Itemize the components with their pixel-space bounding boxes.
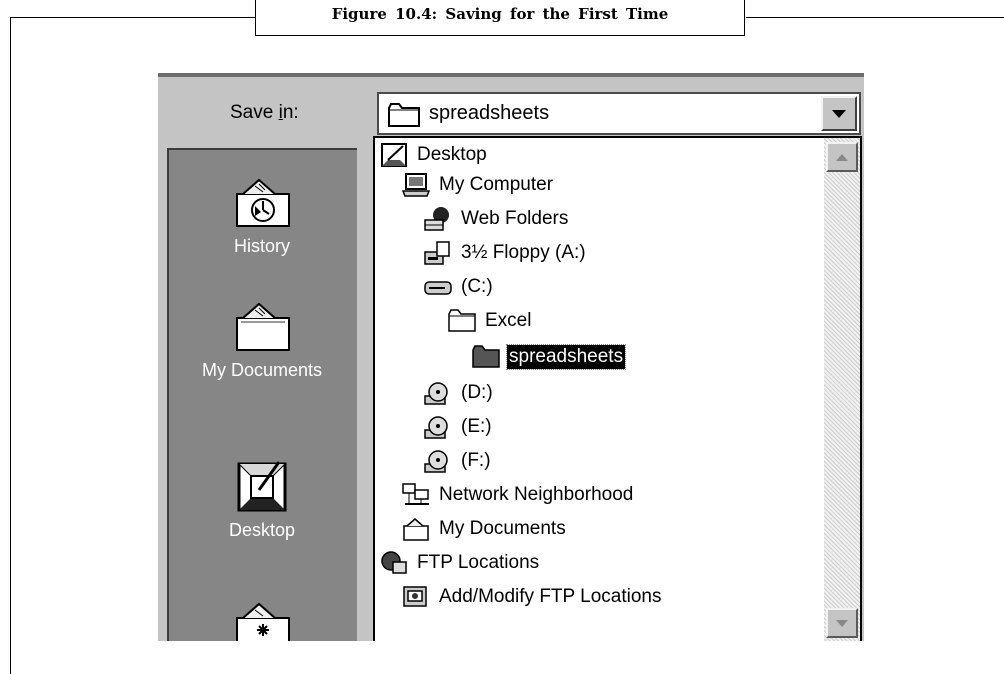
folder-icon bbox=[472, 345, 500, 368]
place-label-my-documents: My Documents bbox=[201, 360, 323, 380]
list-item-label: (C:) bbox=[461, 276, 493, 297]
folder-icon bbox=[388, 103, 420, 127]
hard-drive-icon bbox=[424, 281, 452, 295]
place-favorites[interactable] bbox=[169, 600, 355, 641]
dialog-top-edge bbox=[158, 73, 864, 77]
place-history[interactable]: History bbox=[169, 176, 355, 257]
ftp-icon bbox=[381, 551, 407, 574]
list-item-label: Excel bbox=[485, 310, 532, 331]
list-item-label: (E:) bbox=[461, 416, 492, 437]
cd-drive-icon bbox=[424, 382, 448, 405]
list-item-drive-d[interactable]: (D:) bbox=[423, 378, 495, 408]
list-item-label: FTP Locations bbox=[417, 552, 540, 573]
desktop-icon bbox=[237, 461, 287, 512]
favorites-folder-icon bbox=[236, 602, 290, 641]
list-item-drive-c[interactable]: (C:) bbox=[423, 272, 495, 302]
list-item-drive-f[interactable]: (F:) bbox=[423, 446, 493, 476]
list-item-web-folders[interactable]: Web Folders bbox=[423, 204, 570, 234]
list-item-label: spreadsheets bbox=[505, 344, 627, 370]
place-label-desktop: Desktop bbox=[228, 520, 296, 540]
list-item-label: Desktop bbox=[417, 144, 487, 165]
documents-folder-icon bbox=[403, 518, 429, 541]
list-item-label: My Computer bbox=[439, 174, 554, 195]
list-item-network-neighborhood[interactable]: Network Neighborhood bbox=[401, 480, 635, 510]
figure-caption: Figure 10.4: Saving for the First Time bbox=[331, 4, 669, 23]
scroll-up-button[interactable] bbox=[826, 142, 858, 172]
list-item-my-documents[interactable]: My Documents bbox=[401, 514, 568, 544]
list-item-label: 3½ Floppy (A:) bbox=[461, 242, 586, 263]
network-icon bbox=[402, 483, 429, 505]
save-in-dropdown[interactable]: spreadsheets bbox=[377, 92, 861, 135]
place-desktop[interactable]: Desktop bbox=[169, 456, 355, 541]
place-label-history: History bbox=[233, 236, 290, 256]
save-in-dropdown-list: Desktop My Computer Web Folders 3½ Flopp… bbox=[373, 136, 862, 641]
list-item-label: Network Neighborhood bbox=[439, 484, 634, 505]
folder-icon bbox=[448, 309, 476, 332]
save-in-value: spreadsheets bbox=[429, 102, 550, 124]
list-item-floppy[interactable]: 3½ Floppy (A:) bbox=[423, 238, 588, 268]
place-my-documents[interactable]: My Documents bbox=[169, 300, 355, 381]
desktop-icon bbox=[381, 143, 407, 167]
ftp-add-icon bbox=[403, 586, 427, 607]
scroll-down-button[interactable] bbox=[826, 608, 858, 638]
figure-frame-top-left bbox=[10, 17, 255, 18]
chevron-down-icon bbox=[832, 109, 846, 118]
cd-drive-icon bbox=[424, 450, 448, 473]
scroll-down-arrow-icon bbox=[836, 619, 848, 627]
places-bar: History My Documents Desktop bbox=[167, 148, 357, 641]
floppy-drive-icon bbox=[424, 241, 450, 265]
list-item-label: My Documents bbox=[439, 518, 566, 539]
list-item-excel[interactable]: Excel bbox=[447, 306, 533, 336]
list-item-drive-e[interactable]: (E:) bbox=[423, 412, 494, 442]
list-item-ftp-locations[interactable]: FTP Locations bbox=[379, 548, 541, 578]
figure-caption-box: Figure 10.4: Saving for the First Time bbox=[255, 0, 745, 36]
list-item-my-computer[interactable]: My Computer bbox=[401, 170, 555, 200]
computer-icon bbox=[401, 173, 431, 197]
list-item-spreadsheets[interactable]: spreadsheets bbox=[471, 342, 627, 372]
my-documents-folder-icon bbox=[236, 302, 290, 351]
save-in-label: Save in: bbox=[230, 102, 299, 123]
list-item-label: (D:) bbox=[461, 382, 493, 403]
list-item-label: (F:) bbox=[461, 450, 491, 471]
history-folder-icon bbox=[236, 178, 290, 227]
scroll-up-arrow-icon bbox=[836, 153, 848, 161]
web-folder-icon bbox=[424, 207, 449, 231]
save-as-dialog: Save in: spreadsheets History My Documen… bbox=[158, 73, 864, 641]
list-item-desktop[interactable]: Desktop bbox=[379, 140, 489, 170]
figure-frame-top-right bbox=[746, 17, 1004, 18]
figure-frame-left bbox=[10, 17, 11, 674]
dropdown-scrollbar[interactable] bbox=[824, 138, 860, 641]
list-item-label: Add/Modify FTP Locations bbox=[439, 586, 662, 607]
list-item-add-modify-ftp[interactable]: Add/Modify FTP Locations bbox=[401, 582, 663, 612]
list-item-label: Web Folders bbox=[461, 208, 569, 229]
cd-drive-icon bbox=[424, 416, 448, 439]
dropdown-arrow-button[interactable] bbox=[821, 96, 857, 131]
